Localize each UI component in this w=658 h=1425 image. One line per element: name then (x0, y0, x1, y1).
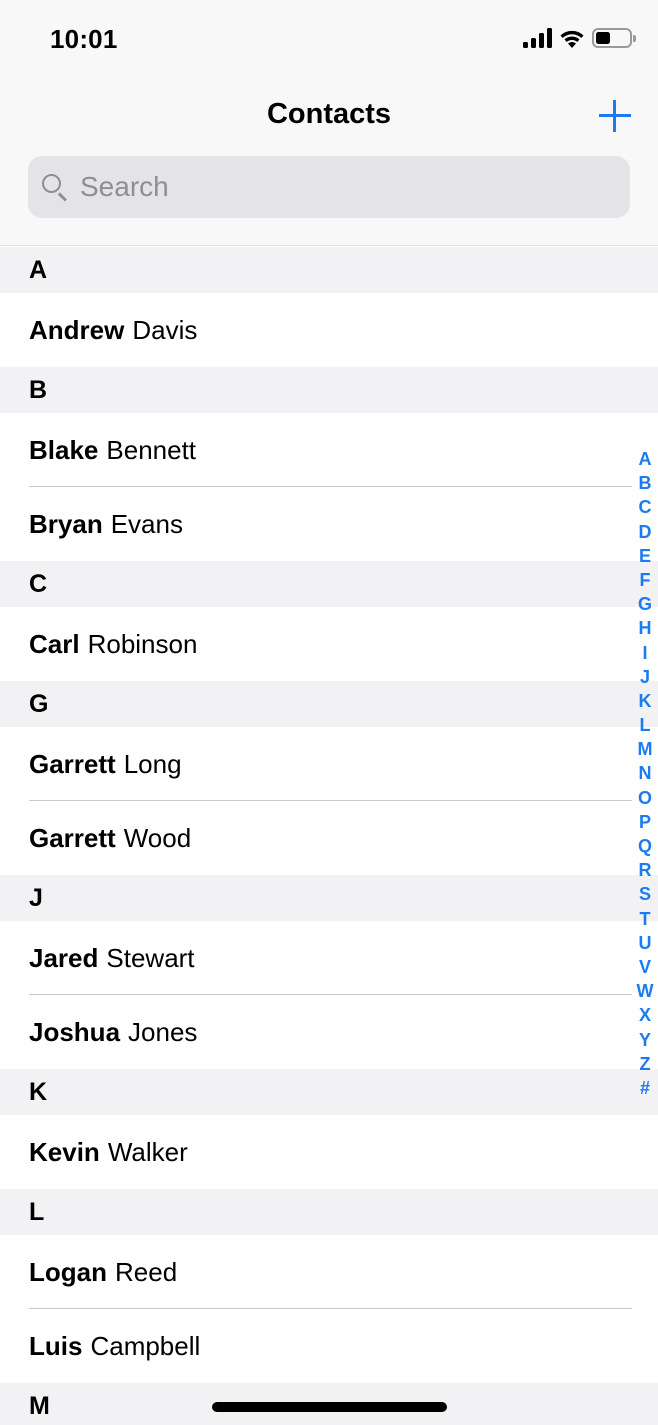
index-letter[interactable]: # (640, 1076, 650, 1100)
section-header: K (0, 1069, 658, 1115)
contact-first-name: Logan (29, 1256, 107, 1287)
contact-last-name: Stewart (106, 942, 195, 973)
contact-last-name: Evans (110, 508, 183, 539)
index-letter[interactable]: R (639, 858, 652, 882)
section-header: C (0, 561, 658, 607)
search-icon (40, 172, 70, 202)
cellular-signal-icon (523, 28, 552, 48)
contact-row[interactable]: Garrett Long (0, 727, 658, 801)
index-letter[interactable]: Y (639, 1028, 651, 1052)
page-title: Contacts (266, 98, 392, 130)
index-letter[interactable]: M (638, 737, 653, 761)
contact-last-name: Campbell (90, 1330, 201, 1361)
contact-first-name: Jared (29, 942, 99, 973)
contact-first-name: Joshua (29, 1016, 121, 1047)
contact-first-name: Garrett (29, 748, 116, 779)
contact-first-name: Andrew (29, 314, 125, 345)
index-letter[interactable]: K (639, 689, 652, 713)
contact-row[interactable]: Andrew Davis (0, 293, 658, 367)
index-letter[interactable]: O (638, 786, 652, 810)
index-letter[interactable]: I (642, 641, 647, 665)
contact-row[interactable]: Luis Campbell (0, 1309, 658, 1383)
contact-last-name: Walker (107, 1136, 188, 1167)
contact-last-name: Wood (123, 822, 192, 853)
index-letter[interactable]: W (637, 979, 654, 1003)
contact-row[interactable]: Garrett Wood (0, 801, 658, 875)
section-header: L (0, 1189, 658, 1235)
index-letter[interactable]: U (639, 931, 652, 955)
section-header: J (0, 875, 658, 921)
index-letter[interactable]: A (639, 447, 652, 471)
contact-row[interactable]: Bryan Evans (0, 487, 658, 561)
index-letter[interactable]: J (640, 665, 650, 689)
contact-list: A Andrew Davis B Blake Bennett Bryan Evans C Carl… (0, 247, 658, 1425)
home-indicator[interactable] (212, 1402, 447, 1412)
index-letter[interactable]: V (639, 955, 651, 979)
add-contact-button[interactable] (597, 98, 633, 134)
index-letter[interactable]: H (639, 616, 652, 640)
section-header: G (0, 681, 658, 727)
search-bar[interactable] (28, 156, 630, 218)
search-input[interactable] (80, 171, 580, 203)
contact-row[interactable]: Logan Reed (0, 1235, 658, 1309)
contact-first-name: Bryan (29, 508, 103, 539)
index-letter[interactable]: T (640, 907, 651, 931)
contact-last-name: Long (123, 748, 182, 779)
index-letter[interactable]: L (640, 713, 651, 737)
contact-row[interactable]: Jared Stewart (0, 921, 658, 995)
contact-last-name: Bennett (106, 434, 197, 465)
index-letter[interactable]: X (639, 1003, 651, 1027)
contact-last-name: Davis (132, 314, 198, 345)
battery-icon (592, 28, 636, 48)
index-letter[interactable]: N (639, 761, 652, 785)
status-icons (523, 28, 636, 48)
contact-row[interactable]: Carl Robinson (0, 607, 658, 681)
contact-row[interactable]: Blake Bennett (0, 413, 658, 487)
contact-last-name: Reed (115, 1256, 178, 1287)
section-header: B (0, 367, 658, 413)
contact-last-name: Robinson (87, 628, 198, 659)
alphabet-index-scrubber[interactable]: A B C D E F G H I J K L M N O P Q R S T U V W X Y Z # (633, 447, 657, 1100)
navigation-header: 10:01 Contacts (0, 0, 658, 246)
contact-first-name: Blake (29, 434, 99, 465)
contact-first-name: Carl (29, 628, 80, 659)
wifi-icon (560, 30, 584, 48)
contact-first-name: Luis (29, 1330, 83, 1361)
index-letter[interactable]: F (640, 568, 651, 592)
status-time: 10:01 (50, 24, 118, 54)
contact-row[interactable]: Kevin Walker (0, 1115, 658, 1189)
index-letter[interactable]: D (639, 520, 652, 544)
index-letter[interactable]: S (639, 882, 651, 906)
index-letter[interactable]: Q (638, 834, 652, 858)
contact-last-name: Jones (128, 1016, 198, 1047)
contact-first-name: Kevin (29, 1136, 100, 1167)
index-letter[interactable]: P (639, 810, 651, 834)
index-letter[interactable]: B (639, 471, 652, 495)
index-letter[interactable]: C (639, 495, 652, 519)
index-letter[interactable]: Z (640, 1052, 651, 1076)
contact-row[interactable]: Joshua Jones (0, 995, 658, 1069)
index-letter[interactable]: G (638, 592, 652, 616)
section-header: A (0, 247, 658, 293)
contact-first-name: Garrett (29, 822, 116, 853)
index-letter[interactable]: E (639, 544, 651, 568)
